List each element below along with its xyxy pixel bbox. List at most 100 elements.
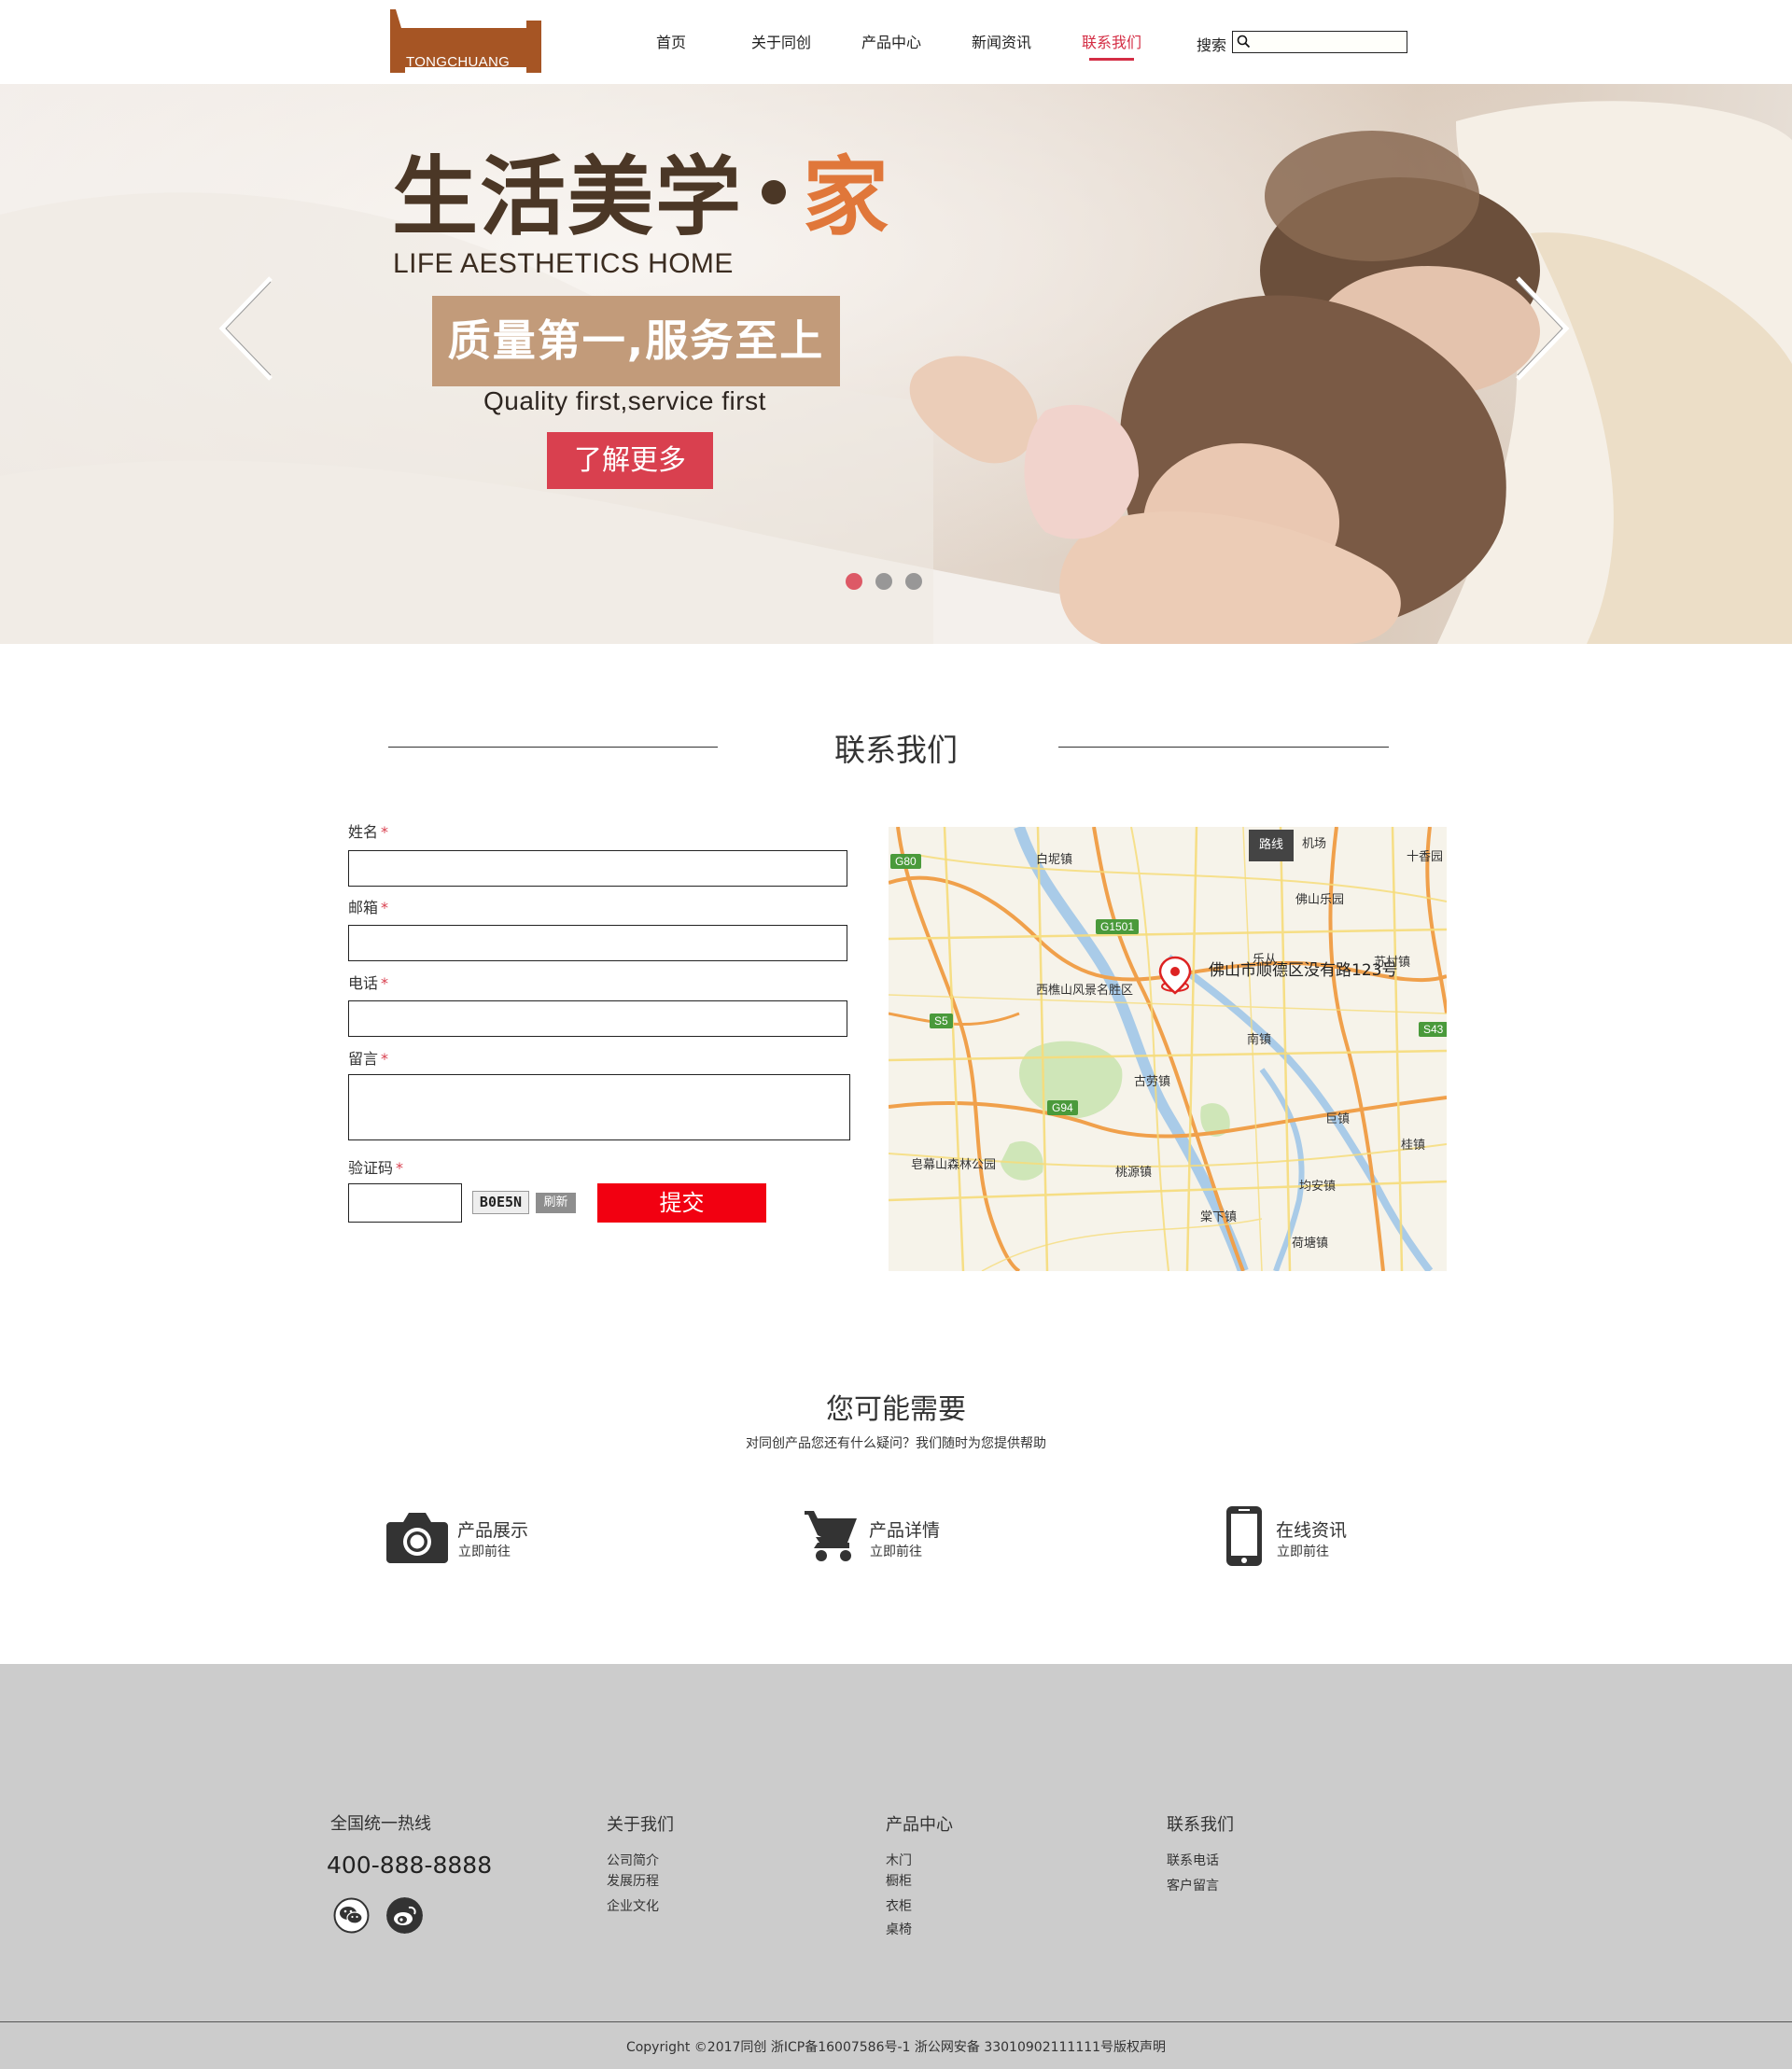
captcha-label: 验证码 * (348, 1155, 403, 1178)
submit-button[interactable]: 提交 (597, 1183, 766, 1223)
map-place-label: 苏村镇 (1374, 956, 1411, 970)
footer-link[interactable]: 衣柜 (886, 1896, 912, 1915)
need-item-sub: 立即前往 (870, 1545, 922, 1559)
map-place-label: 古劳镇 (1134, 1075, 1171, 1089)
map-place-label: 十香园 (1407, 850, 1444, 864)
search-input[interactable] (1253, 32, 1403, 51)
slide-dot-2[interactable] (875, 573, 892, 590)
footer-link[interactable]: 客户留言 (1167, 1876, 1219, 1894)
phone-label: 电话 * (348, 971, 388, 993)
footer-link[interactable]: 桌椅 (886, 1920, 912, 1938)
footer-col-title: 产品中心 (886, 1815, 953, 1835)
search-label: 搜索 (1197, 36, 1227, 54)
phone-field[interactable] (348, 1000, 847, 1037)
map-place-label: 西樵山风景名胜区 (1036, 984, 1134, 998)
footer-link[interactable]: 橱柜 (886, 1871, 912, 1890)
map-place-label: 桃源镇 (1115, 1166, 1153, 1180)
map-place-label: 均安镇 (1299, 1180, 1337, 1194)
message-field[interactable] (348, 1074, 850, 1140)
camera-icon[interactable] (386, 1511, 448, 1563)
map-route-button[interactable]: 路线 (1249, 830, 1294, 861)
main-nav: 首页 关于同创 产品中心 新闻资讯 联系我们 (616, 0, 1167, 84)
message-label-text: 留言 (348, 1050, 379, 1068)
road-badge: G80 (890, 854, 921, 869)
footer-col-title: 关于我们 (607, 1815, 674, 1835)
banner-title-main: 生活美学 (392, 147, 744, 247)
hotline-number: 400-888-8888 (327, 1852, 493, 1879)
copyright: Copyright ©2017同创 浙ICP备16007586号-1 浙公网安备… (625, 2040, 1167, 2055)
nav-news[interactable]: 新闻资讯 (946, 0, 1057, 84)
banner-quality-en: Quality first,service first (483, 386, 766, 415)
email-label: 邮箱 * (348, 895, 388, 917)
weibo-icon[interactable] (386, 1897, 423, 1934)
learn-more-button[interactable]: 了解更多 (547, 432, 713, 489)
required-mark: * (381, 974, 389, 992)
prev-slide-arrow-icon[interactable] (217, 274, 274, 383)
required-mark: * (381, 899, 389, 916)
site-header: TONGCHUANG 首页 关于同创 产品中心 新闻资讯 联系我们 搜索 (0, 0, 1792, 84)
location-map[interactable]: 路线 佛山市顺德区没有路123号 G80 G1501 S5 G94 S43 白坭… (889, 827, 1447, 1271)
road-badge: G1501 (1096, 919, 1140, 934)
map-place-label: 皂幕山森林公园 (911, 1158, 997, 1172)
need-item-title: 在线资讯 (1276, 1520, 1348, 1541)
phone-icon[interactable] (1225, 1505, 1263, 1567)
slide-dot-1[interactable] (846, 573, 862, 590)
required-mark: * (381, 1050, 389, 1068)
banner-badge-text: 质量第一,服务至上 (447, 315, 825, 366)
map-place-label: 机场 (1302, 837, 1327, 851)
contact-title: 联系我们 (834, 732, 958, 768)
road-badge: G94 (1047, 1100, 1078, 1115)
map-place-label: 白坭镇 (1036, 853, 1073, 867)
footer-col-title: 联系我们 (1167, 1815, 1234, 1835)
banner-subtitle-en: LIFE AESTHETICS HOME (393, 248, 734, 279)
map-place-label: 荷塘镇 (1292, 1237, 1329, 1251)
hotline-title: 全国统一热线 (330, 1814, 431, 1834)
required-mark: * (396, 1159, 404, 1177)
captcha-refresh-button[interactable]: 刷新 (536, 1193, 576, 1213)
nav-home[interactable]: 首页 (616, 0, 726, 84)
map-place-label: 桂镇 (1401, 1139, 1426, 1153)
email-field[interactable] (348, 925, 847, 961)
road-badge: S5 (930, 1014, 953, 1028)
banner-title: 生活美学家 (392, 155, 890, 241)
map-pin-icon (1158, 956, 1192, 995)
footer-link[interactable]: 木门 (886, 1851, 912, 1869)
map-roads (889, 827, 1447, 1271)
search-box (1232, 31, 1407, 53)
need-item-sub: 立即前往 (458, 1545, 511, 1559)
slide-indicators (846, 573, 922, 590)
footer-divider (0, 2021, 1792, 2022)
need-item-title: 产品详情 (869, 1520, 941, 1541)
footer-link[interactable]: 公司简介 (607, 1851, 659, 1869)
map-place-label: 棠下镇 (1200, 1210, 1238, 1224)
slide-dot-3[interactable] (905, 573, 922, 590)
footer-link[interactable]: 联系电话 (1167, 1851, 1219, 1869)
required-mark: * (381, 823, 389, 841)
name-label: 姓名 * (348, 819, 388, 842)
need-item-title: 产品展示 (457, 1520, 529, 1541)
wechat-icon[interactable] (333, 1897, 370, 1934)
need-title: 您可能需要 (826, 1393, 966, 1426)
captcha-image[interactable]: B0E5N (472, 1191, 529, 1214)
site-footer: 全国统一热线 400-888-8888 关于我们 公司简介 发展历程 企业文化 … (0, 1664, 1792, 2069)
search-icon[interactable] (1237, 35, 1251, 49)
message-label: 留言 * (348, 1046, 388, 1069)
nav-contact[interactable]: 联系我们 (1057, 0, 1167, 84)
map-address: 佛山市顺德区没有路123号 (1209, 961, 1398, 980)
captcha-field[interactable] (348, 1183, 462, 1223)
hero-banner: 生活美学家 LIFE AESTHETICS HOME 质量第一,服务至上 Qua… (0, 84, 1792, 644)
banner-title-dot (762, 179, 787, 204)
logo[interactable]: TONGCHUANG (386, 7, 545, 75)
nav-products[interactable]: 产品中心 (836, 0, 946, 84)
cart-icon[interactable] (805, 1509, 859, 1563)
contact-title-line-right (1058, 747, 1389, 748)
road-badge: S43 (1419, 1022, 1447, 1037)
map-place-label: 佛山乐园 (1295, 893, 1345, 907)
need-subtitle: 对同创产品您还有什么疑问？我们随时为您提供帮助 (746, 1436, 1046, 1451)
nav-about[interactable]: 关于同创 (726, 0, 836, 84)
logo-text: TONGCHUANG (406, 54, 511, 70)
next-slide-arrow-icon[interactable] (1514, 274, 1572, 383)
footer-link[interactable]: 企业文化 (607, 1896, 659, 1915)
footer-link[interactable]: 发展历程 (607, 1871, 659, 1890)
name-field[interactable] (348, 850, 847, 887)
